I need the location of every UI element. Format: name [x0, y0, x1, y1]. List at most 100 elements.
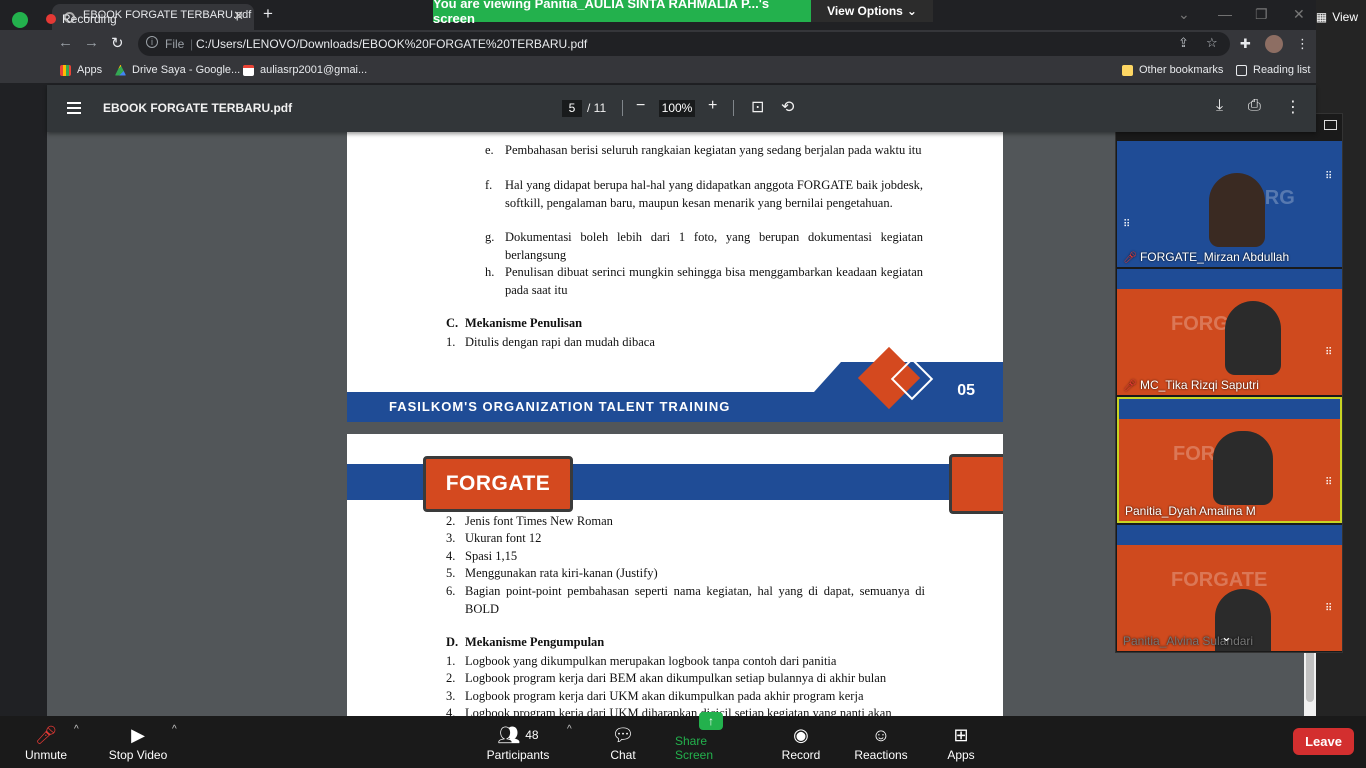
video-options-caret-icon[interactable]: ^: [172, 724, 177, 735]
page-number: 05: [957, 382, 975, 399]
list-text: Bagian point-point pembahasan seperti na…: [465, 584, 925, 616]
chat-button[interactable]: 💬︎ Chat: [605, 716, 641, 768]
unmute-label: Unmute: [24, 748, 68, 762]
list-marker: 3.: [446, 531, 456, 545]
list-marker: 1.: [446, 335, 456, 349]
reading-list-icon: [1236, 64, 1247, 76]
address-url[interactable]: C:/Users/LENOVO/Downloads/EBOOK%20FORGAT…: [196, 37, 587, 51]
extensions-icon[interactable]: ✚: [1240, 36, 1251, 52]
participant-tile[interactable]: FORGATE ⠿ Panitia_Alvina Sulandari ⌄: [1117, 525, 1342, 651]
participant-name: 🎤︎ FORGATE_Mirzan Abdullah: [1123, 250, 1290, 264]
address-prefix: File: [165, 37, 185, 51]
list-marker: h.: [485, 265, 495, 279]
list-marker: 4.: [446, 549, 456, 563]
list-text: Menggunakan rata kiri-kanan (Justify): [465, 566, 658, 580]
apps-label: Apps: [947, 748, 975, 762]
menu-icon[interactable]: [67, 102, 81, 114]
grip-icon: ⠿: [1325, 477, 1332, 488]
pdf-title: EBOOK FORGATE TERBARU.pdf: [103, 101, 293, 115]
rotate-icon[interactable]: ⟲: [781, 97, 794, 117]
pdf-page-5: e. Pembahasan berisi seluruh rangkaian k…: [347, 132, 1003, 422]
close-window-icon[interactable]: ✕: [1293, 6, 1305, 23]
list-text: Dokumentasi boleh lebih dari 1 foto, yan…: [505, 230, 923, 262]
scroll-down-icon[interactable]: ⌄: [1221, 629, 1232, 645]
forward-icon[interactable]: →: [84, 34, 99, 51]
bookmark-apps[interactable]: Apps: [60, 64, 102, 76]
zoom-input[interactable]: 100%: [659, 100, 695, 117]
record-label: Record: [781, 748, 821, 762]
video-stripe: [1117, 269, 1342, 289]
list-text: Logbook program kerja dari UKM akan diku…: [465, 689, 864, 703]
video-gallery[interactable]: FORG ⠿ ⠿ 🎤︎ FORGATE_Mirzan Abdullah FORGA…: [1115, 113, 1343, 653]
section-heading: Mekanisme Pengumpulan: [465, 635, 605, 649]
bookmarks-bar: Apps Drive Saya - Google... auliasrp2001…: [0, 58, 1316, 84]
share-screen-button[interactable]: ↑ Share Screen: [675, 712, 747, 768]
reload-icon[interactable]: ↻: [111, 34, 124, 52]
muted-mic-icon: 🎤︎: [34, 725, 58, 745]
bookmark-gmail[interactable]: auliasrp2001@gmai...: [243, 64, 367, 76]
page-number-input[interactable]: 5: [562, 100, 582, 117]
restore-icon[interactable]: ❐: [1255, 6, 1268, 23]
pdf-page-6: FORGATE 2. Jenis font Times New Roman 3.…: [347, 434, 1003, 716]
participant-name: 🎤︎ MC_Tika Rizqi Saputri: [1123, 378, 1259, 392]
download-icon[interactable]: ⤓: [1216, 97, 1223, 115]
zoom-out-icon[interactable]: −: [636, 97, 645, 115]
footer-text: FASILKOM'S ORGANIZATION TALENT TRAINING: [389, 399, 731, 414]
participant-tile[interactable]: FORGATE ⠿ 🎤︎ MC_Tika Rizqi Saputri: [1117, 269, 1342, 395]
list-marker: f.: [485, 178, 493, 192]
more-icon[interactable]: ⋮: [1285, 97, 1301, 117]
unmute-button[interactable]: 🎤︎ Unmute: [24, 716, 68, 768]
muted-mic-icon: 🎤︎: [1123, 252, 1137, 264]
reactions-button[interactable]: ☺ Reactions: [854, 716, 907, 768]
list-text: Logbook yang dikumpulkan merupakan logbo…: [465, 654, 837, 668]
smiley-plus-icon: ☺: [871, 725, 891, 745]
kebab-menu-icon[interactable]: ⋮: [1296, 36, 1309, 52]
participants-caret-icon[interactable]: ^: [567, 724, 572, 735]
divider: [733, 100, 734, 116]
reading-list-label: Reading list: [1253, 64, 1311, 76]
list-text: Ukuran font 12: [465, 531, 542, 545]
fit-page-icon[interactable]: ⊡: [751, 97, 764, 117]
bookmark-drive[interactable]: Drive Saya - Google...: [115, 64, 240, 76]
audio-options-caret-icon[interactable]: ^: [74, 724, 79, 735]
leave-button[interactable]: Leave: [1293, 728, 1354, 755]
chevron-down-icon[interactable]: ⌄: [1178, 6, 1190, 23]
grid-icon: ▦: [1315, 10, 1328, 24]
record-button[interactable]: ◉ Record: [780, 716, 822, 768]
grip-icon: ⠿: [1123, 219, 1130, 230]
collapse-gallery-icon[interactable]: [1324, 120, 1337, 130]
participant-tile[interactable]: FORG ⠿ ⠿ 🎤︎ FORGATE_Mirzan Abdullah: [1117, 141, 1342, 267]
participant-tile-active-speaker[interactable]: FORGATE ⠿ Panitia_Dyah Amalina M: [1117, 397, 1342, 523]
other-bookmarks[interactable]: Other bookmarks: [1122, 64, 1223, 76]
list-marker: 5.: [446, 566, 456, 580]
minimize-icon[interactable]: —: [1218, 6, 1232, 22]
forgate-logo: FORGATE: [423, 456, 573, 512]
share-screen-label: Share Screen: [675, 734, 714, 762]
list-text: Jenis font Times New Roman: [465, 514, 613, 528]
reading-list[interactable]: Reading list: [1236, 64, 1310, 76]
other-bookmarks-label: Other bookmarks: [1139, 64, 1224, 76]
list-marker: e.: [485, 143, 494, 157]
stop-video-button[interactable]: ▶ Stop Video: [107, 716, 169, 768]
header-accent: [949, 454, 1003, 514]
meeting-controls: 🎤︎ Unmute ^ ▶ Stop Video ^ 👥︎ 48 Partici…: [0, 712, 1366, 768]
address-bar[interactable]: i File | C:/Users/LENOVO/Downloads/EBOOK…: [138, 32, 1230, 56]
zoom-in-icon[interactable]: +: [708, 97, 717, 115]
close-tab-icon[interactable]: ✕: [233, 8, 244, 24]
address-separator: |: [190, 37, 194, 51]
print-icon[interactable]: ⎙: [1248, 97, 1261, 115]
view-options-button[interactable]: View Options ⌄: [811, 0, 933, 22]
pdf-toolbar: EBOOK FORGATE TERBARU.pdf 5 / 11 − 100% …: [47, 85, 1316, 132]
muted-mic-icon: 🎤︎: [1123, 380, 1137, 392]
apps-button[interactable]: ⊞ Apps: [945, 716, 977, 768]
new-tab-icon[interactable]: +: [263, 4, 273, 24]
participants-button[interactable]: 👥︎ 48 Participants: [486, 716, 550, 768]
participant-video: [1209, 173, 1265, 247]
info-icon[interactable]: i: [146, 36, 158, 48]
star-icon[interactable]: ☆: [1206, 35, 1218, 51]
share-icon[interactable]: ⇪: [1178, 35, 1189, 51]
view-button[interactable]: ▦ View: [1316, 10, 1358, 24]
list-text: Hal yang didapat berupa hal-hal yang did…: [505, 178, 923, 210]
profile-avatar[interactable]: [1265, 35, 1283, 53]
back-icon[interactable]: ←: [58, 34, 73, 51]
